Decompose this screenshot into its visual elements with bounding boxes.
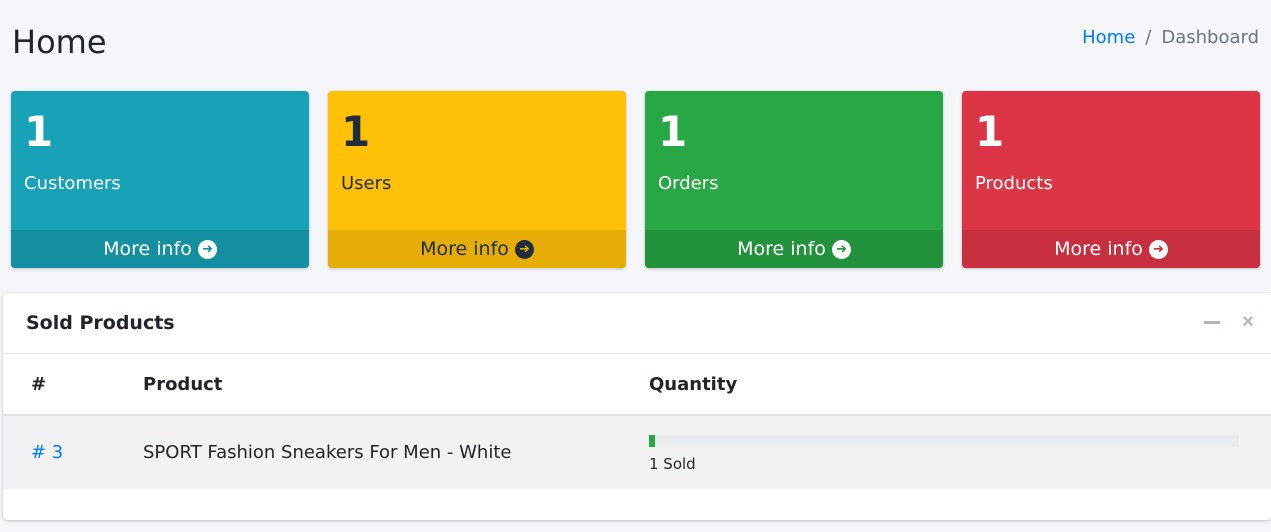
quantity-progress-fill bbox=[649, 434, 655, 447]
arrow-circle-right-icon: ➜ bbox=[514, 239, 534, 259]
column-header-number: # bbox=[3, 354, 143, 416]
arrow-circle-right-icon: ➜ bbox=[1148, 239, 1168, 259]
stat-label: Orders bbox=[658, 173, 719, 194]
table-row: # 3 SPORT Fashion Sneakers For Men - Whi… bbox=[3, 415, 1271, 489]
more-info-label: More info bbox=[1054, 238, 1143, 260]
sold-products-card: Sold Products × # Product Quantity # 3 S… bbox=[3, 293, 1271, 520]
stat-count: 1 bbox=[341, 107, 371, 156]
order-id-link[interactable]: # 3 bbox=[31, 442, 63, 463]
arrow-circle-right-icon: ➜ bbox=[197, 239, 217, 259]
stat-box-inner: 1 Orders bbox=[645, 91, 943, 230]
column-header-quantity: Quantity bbox=[649, 354, 1271, 416]
stat-boxes: 1 Customers More info ➜ 1 Users More inf… bbox=[11, 91, 1260, 268]
more-info-label: More info bbox=[420, 238, 509, 260]
breadcrumb-current: Dashboard bbox=[1161, 27, 1259, 48]
collapse-button[interactable] bbox=[1201, 311, 1223, 333]
more-info-link-users[interactable]: More info ➜ bbox=[328, 230, 626, 268]
breadcrumb-home-link[interactable]: Home bbox=[1082, 26, 1135, 50]
stat-box-products: 1 Products More info ➜ bbox=[962, 91, 1260, 268]
arrow-circle-right-icon: ➜ bbox=[831, 239, 851, 259]
content-header: Home Home / Dashboard bbox=[0, 0, 1271, 85]
column-header-product: Product bbox=[143, 354, 649, 416]
table-header-row: # Product Quantity bbox=[3, 354, 1271, 416]
close-card-button[interactable]: × bbox=[1237, 311, 1259, 333]
quantity-cell: 1 Sold bbox=[649, 415, 1271, 489]
card-header: Sold Products × bbox=[3, 293, 1271, 354]
sold-products-table: # Product Quantity # 3 SPORT Fashion Sne… bbox=[3, 354, 1271, 489]
stat-count: 1 bbox=[24, 107, 54, 156]
more-info-label: More info bbox=[737, 238, 826, 260]
product-name: SPORT Fashion Sneakers For Men - White bbox=[143, 415, 649, 489]
stat-box-customers: 1 Customers More info ➜ bbox=[11, 91, 309, 268]
minus-icon bbox=[1204, 320, 1220, 324]
card-title: Sold Products bbox=[26, 312, 175, 334]
stat-box-orders: 1 Orders More info ➜ bbox=[645, 91, 943, 268]
quantity-progress-bar bbox=[649, 434, 1239, 447]
stat-count: 1 bbox=[658, 107, 688, 156]
more-info-link-orders[interactable]: More info ➜ bbox=[645, 230, 943, 268]
breadcrumb-separator: / bbox=[1145, 27, 1152, 48]
card-tools: × bbox=[1201, 311, 1259, 333]
stat-box-inner: 1 Customers bbox=[11, 91, 309, 230]
sold-count-text: 1 Sold bbox=[649, 454, 696, 473]
breadcrumb: Home / Dashboard bbox=[1082, 26, 1259, 50]
stat-label: Products bbox=[975, 173, 1053, 194]
more-info-label: More info bbox=[103, 238, 192, 260]
page-title: Home bbox=[12, 23, 107, 61]
more-info-link-customers[interactable]: More info ➜ bbox=[11, 230, 309, 268]
stat-box-users: 1 Users More info ➜ bbox=[328, 91, 626, 268]
stat-box-inner: 1 Products bbox=[962, 91, 1260, 230]
sold-products-table-wrap: # Product Quantity # 3 SPORT Fashion Sne… bbox=[3, 354, 1271, 489]
order-id-cell: # 3 bbox=[3, 415, 143, 489]
stat-box-inner: 1 Users bbox=[328, 91, 626, 230]
stat-label: Users bbox=[341, 173, 392, 194]
more-info-link-products[interactable]: More info ➜ bbox=[962, 230, 1260, 268]
stat-label: Customers bbox=[24, 173, 121, 194]
close-icon: × bbox=[1242, 311, 1254, 333]
stat-count: 1 bbox=[975, 107, 1005, 156]
